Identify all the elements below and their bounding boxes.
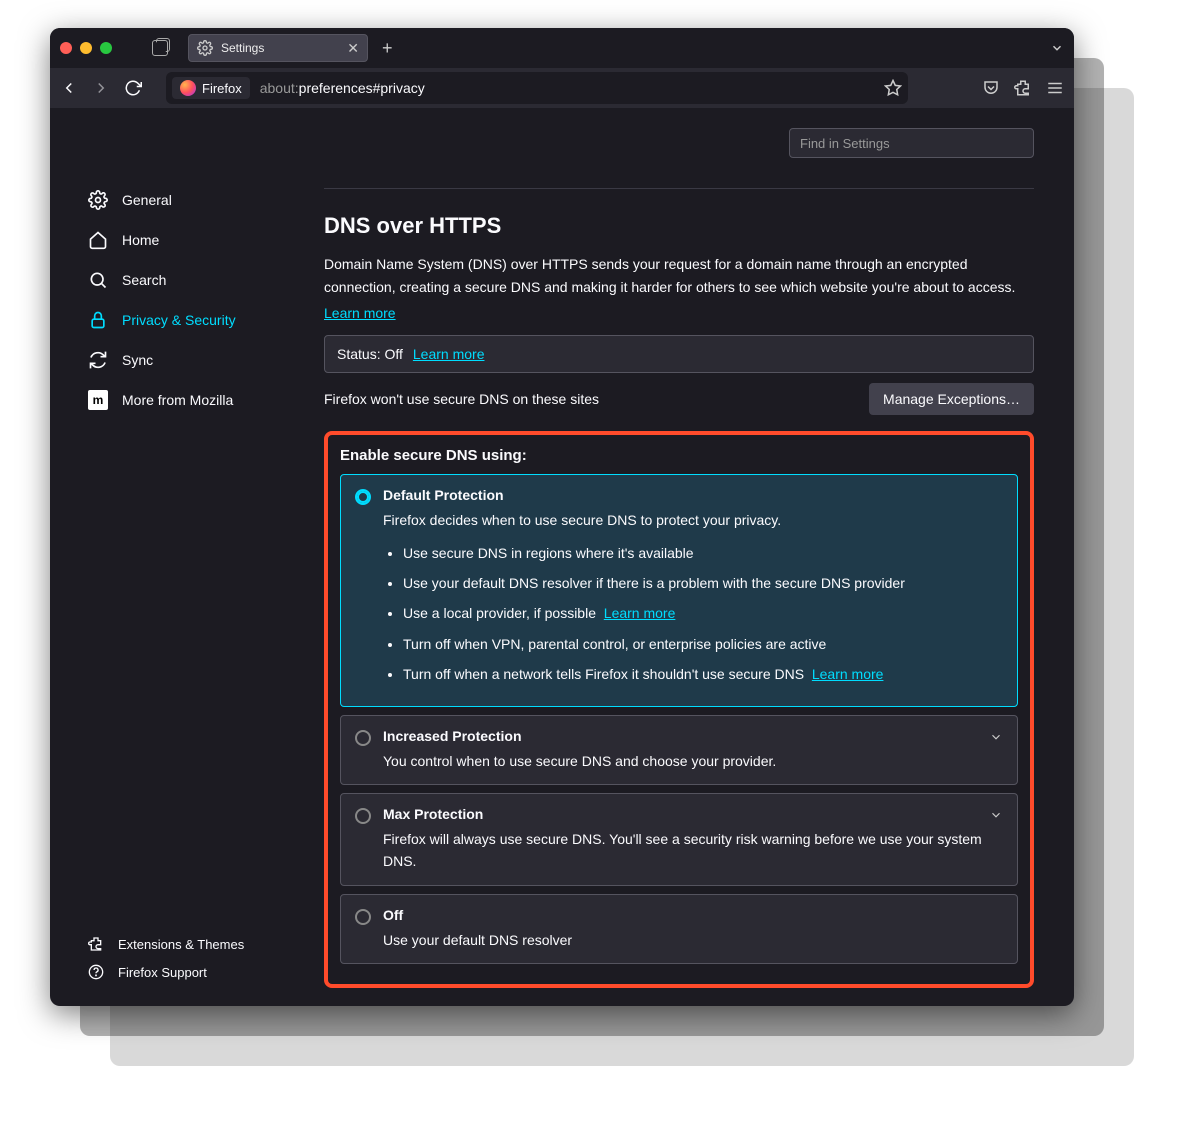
new-tab-button[interactable]: + <box>376 38 399 59</box>
sync-icon <box>88 350 108 370</box>
enable-dns-title: Enable secure DNS using: <box>340 447 1018 464</box>
tab-title: Settings <box>221 41 264 55</box>
sidebar-item-label: Extensions & Themes <box>118 937 244 952</box>
puzzle-icon <box>88 936 104 952</box>
learn-more-link[interactable]: Learn more <box>324 305 396 321</box>
sidebar-item-label: Sync <box>122 352 153 368</box>
menu-icon[interactable] <box>1046 79 1064 97</box>
browser-window: Settings ✕ + Firefox about:preferences#p… <box>50 28 1074 1006</box>
exceptions-row: Firefox won't use secure DNS on these si… <box>324 383 1034 415</box>
divider <box>324 188 1034 189</box>
reload-button[interactable] <box>124 79 142 97</box>
sidebar-bottom: Extensions & Themes Firefox Support <box>80 930 294 986</box>
minimize-window[interactable] <box>80 42 92 54</box>
gear-icon <box>197 40 213 56</box>
bookmark-star-icon[interactable] <box>884 79 902 97</box>
settings-main: Find in Settings DNS over HTTPS Domain N… <box>294 108 1074 1006</box>
sidebar-item-mozilla[interactable]: m More from Mozilla <box>80 380 294 420</box>
forward-button[interactable] <box>92 79 110 97</box>
settings-search-input[interactable]: Find in Settings <box>789 128 1034 158</box>
option-title: Increased Protection <box>383 728 1003 744</box>
chevron-down-icon <box>989 730 1003 744</box>
chevron-down-icon <box>989 808 1003 822</box>
content-area: General Home Search Privacy & Security S… <box>50 108 1074 1006</box>
bullet: Use a local provider, if possible Learn … <box>403 602 1003 624</box>
lock-icon <box>88 310 108 330</box>
dns-option-max[interactable]: Max Protection Firefox will always use s… <box>340 793 1018 886</box>
toolbar: Firefox about:preferences#privacy <box>50 68 1074 108</box>
sidebar-item-label: Search <box>122 272 166 288</box>
sidebar-item-label: General <box>122 192 172 208</box>
dns-option-increased[interactable]: Increased Protection You control when to… <box>340 715 1018 785</box>
learn-more-link[interactable]: Learn more <box>604 605 676 621</box>
manage-exceptions-button[interactable]: Manage Exceptions… <box>869 383 1034 415</box>
radio-icon <box>355 489 371 505</box>
sidebar-item-label: Home <box>122 232 159 248</box>
section-description: Domain Name System (DNS) over HTTPS send… <box>324 253 1034 299</box>
tab-strip: Settings ✕ + <box>152 34 1064 62</box>
option-desc: Firefox will always use secure DNS. You'… <box>383 828 1003 873</box>
sidebar-item-sync[interactable]: Sync <box>80 340 294 380</box>
radio-icon <box>355 730 371 746</box>
exceptions-text: Firefox won't use secure DNS on these si… <box>324 391 599 407</box>
bullet: Turn off when a network tells Firefox it… <box>403 663 1003 685</box>
status-learn-more-link[interactable]: Learn more <box>413 346 485 362</box>
dns-option-off[interactable]: Off Use your default DNS resolver <box>340 894 1018 964</box>
radio-icon <box>355 808 371 824</box>
sidebar-item-general[interactable]: General <box>80 180 294 220</box>
sidebar-extensions[interactable]: Extensions & Themes <box>80 930 294 958</box>
close-tab-icon[interactable]: ✕ <box>347 41 359 55</box>
firefox-logo-icon <box>180 80 196 96</box>
sidebar-support[interactable]: Firefox Support <box>80 958 294 986</box>
option-desc: Use your default DNS resolver <box>383 929 1003 951</box>
maximize-window[interactable] <box>100 42 112 54</box>
mozilla-icon: m <box>88 390 108 410</box>
option-desc: Firefox decides when to use secure DNS t… <box>383 509 1003 531</box>
browser-tab[interactable]: Settings ✕ <box>188 34 368 62</box>
option-desc: You control when to use secure DNS and c… <box>383 750 1003 772</box>
settings-sidebar: General Home Search Privacy & Security S… <box>50 108 294 1006</box>
sidebar-item-label: More from Mozilla <box>122 392 233 408</box>
dns-option-default[interactable]: Default Protection Firefox decides when … <box>340 474 1018 706</box>
bullet: Turn off when VPN, parental control, or … <box>403 633 1003 655</box>
sidebar-item-label: Privacy & Security <box>122 312 236 328</box>
url-bar[interactable]: Firefox about:preferences#privacy <box>166 72 908 104</box>
dns-options-highlight: Enable secure DNS using: Default Protect… <box>324 431 1034 988</box>
tabs-overflow-icon[interactable] <box>1050 41 1064 55</box>
option-title: Max Protection <box>383 806 1003 822</box>
gear-icon <box>88 190 108 210</box>
pocket-icon[interactable] <box>982 79 1000 97</box>
section-title: DNS over HTTPS <box>324 213 1034 239</box>
home-icon <box>88 230 108 250</box>
sidebar-item-home[interactable]: Home <box>80 220 294 260</box>
radio-icon <box>355 909 371 925</box>
traffic-lights <box>60 42 112 54</box>
dns-status-box: Status: Off Learn more <box>324 335 1034 373</box>
dns-status-label: Status: Off <box>337 346 403 362</box>
search-placeholder: Find in Settings <box>800 136 890 151</box>
option-bullets: Use secure DNS in regions where it's ava… <box>383 542 1003 686</box>
sidebar-item-privacy[interactable]: Privacy & Security <box>80 300 294 340</box>
url-text: about:preferences#privacy <box>260 80 425 96</box>
sidebar-item-label: Firefox Support <box>118 965 207 980</box>
option-title: Default Protection <box>383 487 1003 503</box>
option-title: Off <box>383 907 1003 923</box>
close-window[interactable] <box>60 42 72 54</box>
bullet: Use your default DNS resolver if there i… <box>403 572 1003 594</box>
back-button[interactable] <box>60 79 78 97</box>
sidebar-item-search[interactable]: Search <box>80 260 294 300</box>
bullet: Use secure DNS in regions where it's ava… <box>403 542 1003 564</box>
firefox-badge: Firefox <box>172 77 250 99</box>
learn-more-link[interactable]: Learn more <box>812 666 884 682</box>
help-icon <box>88 964 104 980</box>
titlebar: Settings ✕ + <box>50 28 1074 68</box>
search-icon <box>88 270 108 290</box>
extensions-icon[interactable] <box>1014 79 1032 97</box>
all-tabs-icon[interactable] <box>152 40 168 56</box>
firefox-badge-label: Firefox <box>202 81 242 96</box>
